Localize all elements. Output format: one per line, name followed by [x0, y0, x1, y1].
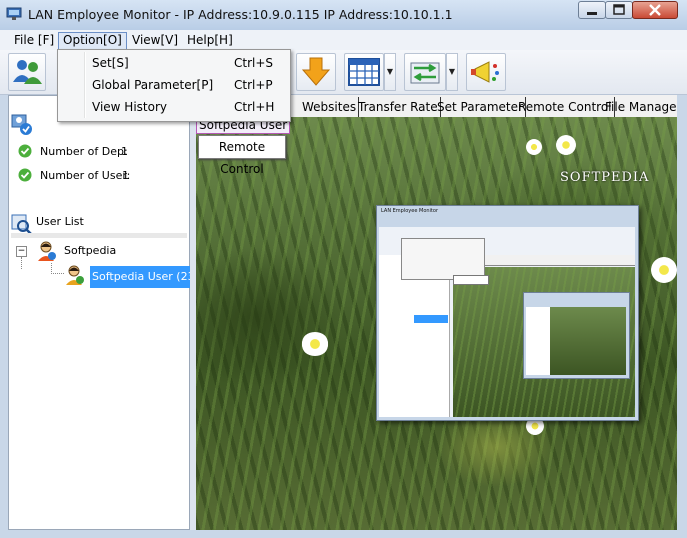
toolbar-transfer-button[interactable]: [404, 53, 446, 91]
nested-selected-user: [414, 315, 448, 323]
tab-transfer-rate[interactable]: Transfer Rate: [356, 97, 441, 117]
nested-window-body: [379, 227, 635, 417]
nested-nested-screenshot: [523, 292, 630, 379]
flower: [651, 257, 677, 283]
transfer-dropdown-arrow[interactable]: ▼: [446, 53, 458, 91]
close-button[interactable]: [632, 1, 678, 19]
tree-user-selected[interactable]: Softpedia User (231: [90, 266, 192, 288]
toolbar-broadcast-button[interactable]: [466, 53, 506, 91]
menu-item-view-history-label: View History: [92, 100, 167, 114]
user-count-value: 1: [122, 169, 129, 182]
menu-item-global-parameter-shortcut: Ctrl+P: [234, 78, 273, 92]
left-panel: Number of Dep: 1 Number of User: 1 User …: [8, 95, 192, 530]
remote-control-button[interactable]: Remote Control: [198, 135, 286, 176]
nested-dropdown: [401, 238, 485, 280]
tree-group-softpedia[interactable]: Softpedia: [64, 244, 116, 257]
tab-remote-control[interactable]: Remote Control: [516, 97, 615, 117]
user-count-label: Number of User:: [40, 169, 131, 182]
group-icon: [38, 241, 56, 261]
tree-line: [21, 257, 23, 269]
minimize-button[interactable]: [578, 1, 606, 19]
menu-view[interactable]: View[V]: [128, 32, 182, 48]
menu-item-view-history-shortcut: Ctrl+H: [234, 100, 275, 114]
users-icon: [13, 60, 42, 84]
check-circle-icon: [18, 144, 32, 158]
minimize-icon: [587, 12, 597, 15]
option-dropdown-menu: Set[S] Ctrl+S Global Parameter[P] Ctrl+P…: [57, 49, 291, 122]
dep-count-label: Number of Dep:: [40, 145, 128, 158]
toolbar-calendar-button[interactable]: [344, 53, 384, 91]
nested-remote-button: [453, 275, 489, 285]
nested-title: LAN Employee Monitor: [381, 208, 439, 214]
menu-item-global-parameter-label: Global Parameter[P]: [92, 78, 214, 92]
close-icon: [649, 4, 661, 16]
menu-file[interactable]: File [F]: [10, 32, 58, 48]
menu-item-set-label: Set[S]: [92, 56, 129, 70]
menu-item-set-shortcut: Ctrl+S: [234, 56, 274, 70]
nested-nested-body: [526, 307, 626, 375]
dep-count-value: 1: [121, 145, 128, 158]
toolbar-download-button[interactable]: [296, 53, 336, 91]
nested-content: [453, 267, 635, 417]
flower: [556, 135, 576, 155]
transfer-icon: [410, 62, 440, 84]
nested-screenshot: LAN Employee Monitor: [376, 205, 639, 421]
menu-option[interactable]: Option[O]: [58, 32, 127, 50]
app-icon: [6, 7, 22, 20]
calendar-grid-icon: [348, 58, 380, 86]
menu-help[interactable]: Help[H]: [183, 32, 237, 48]
menu-bar: File [F] Option[O] View[V] Help[H]: [0, 30, 687, 50]
remote-screen-view[interactable]: Softpedia User Remote Control SOFTPEDIA …: [196, 117, 677, 530]
menu-item-global-parameter[interactable]: Global Parameter[P] Ctrl+P: [58, 74, 288, 96]
flower: [526, 139, 542, 155]
toolbar-users-button[interactable]: [8, 53, 46, 91]
user-list-divider: [11, 233, 187, 238]
menu-item-view-history[interactable]: View History Ctrl+H: [58, 96, 288, 118]
flower: [301, 332, 329, 356]
maximize-button[interactable]: [605, 1, 633, 19]
tab-websites[interactable]: Websites: [300, 97, 360, 117]
tab-file-manage[interactable]: File Manage: [603, 97, 679, 117]
maximize-icon: [613, 4, 625, 15]
megaphone-icon: [471, 61, 499, 83]
window-title: LAN Employee Monitor - IP Address:10.9.0…: [28, 7, 453, 22]
department-icon: [11, 114, 32, 135]
download-arrow-icon: [301, 57, 331, 86]
user-list-label: User List: [36, 215, 84, 228]
menu-item-set[interactable]: Set[S] Ctrl+S: [58, 52, 288, 74]
user-icon: [66, 265, 84, 285]
calendar-dropdown-arrow[interactable]: ▼: [384, 53, 396, 91]
check-circle-icon: [18, 168, 32, 182]
watermark: SOFTPEDIA: [560, 170, 650, 185]
tree-line: [51, 263, 64, 274]
tab-set-parameter[interactable]: Set Parameter: [435, 97, 526, 117]
title-bar: LAN Employee Monitor - IP Address:10.9.0…: [0, 0, 687, 31]
tree-collapse-toggle[interactable]: −: [16, 246, 27, 257]
